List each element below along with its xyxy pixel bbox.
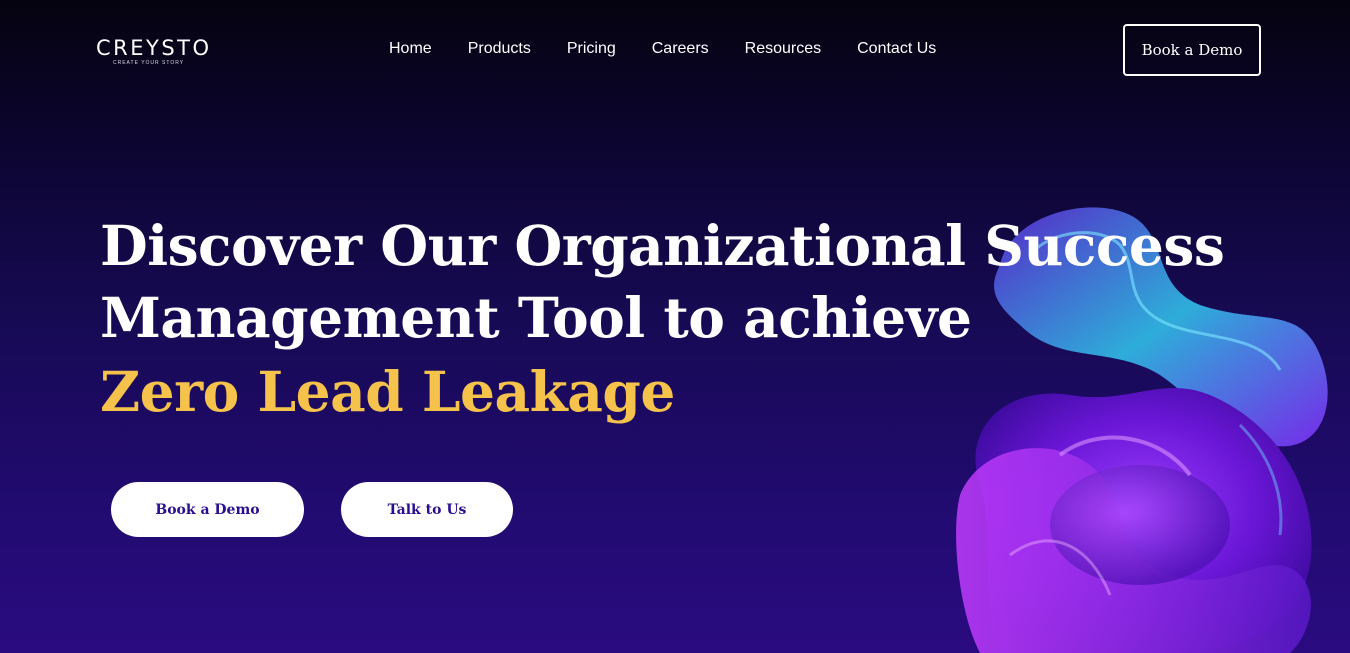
nav-item-careers[interactable]: Careers	[652, 38, 709, 60]
nav-item-resources[interactable]: Resources	[745, 38, 821, 60]
nav-item-products[interactable]: Products	[468, 38, 531, 60]
nav-item-home[interactable]: Home	[389, 38, 432, 60]
nav-item-pricing[interactable]: Pricing	[567, 38, 616, 60]
brand-tagline: CREATE YOUR STORY	[113, 60, 185, 66]
main-nav: Home Products Pricing Careers Resources …	[389, 38, 936, 60]
hero-title-line-1: Discover Our Organizational Success	[100, 213, 1225, 278]
brand-logo[interactable]: CREYSTO CREATE YOUR STORY	[96, 36, 209, 70]
book-demo-button[interactable]: Book a Demo	[111, 482, 304, 537]
brand-name: CREYSTO	[96, 36, 212, 60]
nav-item-contact-us[interactable]: Contact Us	[857, 38, 936, 60]
hero-title: Discover Our Organizational Success Mana…	[100, 210, 1225, 354]
hero-title-line-2: Management Tool to achieve	[100, 285, 972, 350]
site-header: CREYSTO CREATE YOUR STORY Home Products …	[0, 0, 1350, 100]
talk-to-us-button[interactable]: Talk to Us	[341, 482, 513, 537]
hero-highlight-text: Zero Lead Leakage	[100, 359, 675, 424]
header-book-demo-button[interactable]: Book a Demo	[1123, 24, 1261, 76]
